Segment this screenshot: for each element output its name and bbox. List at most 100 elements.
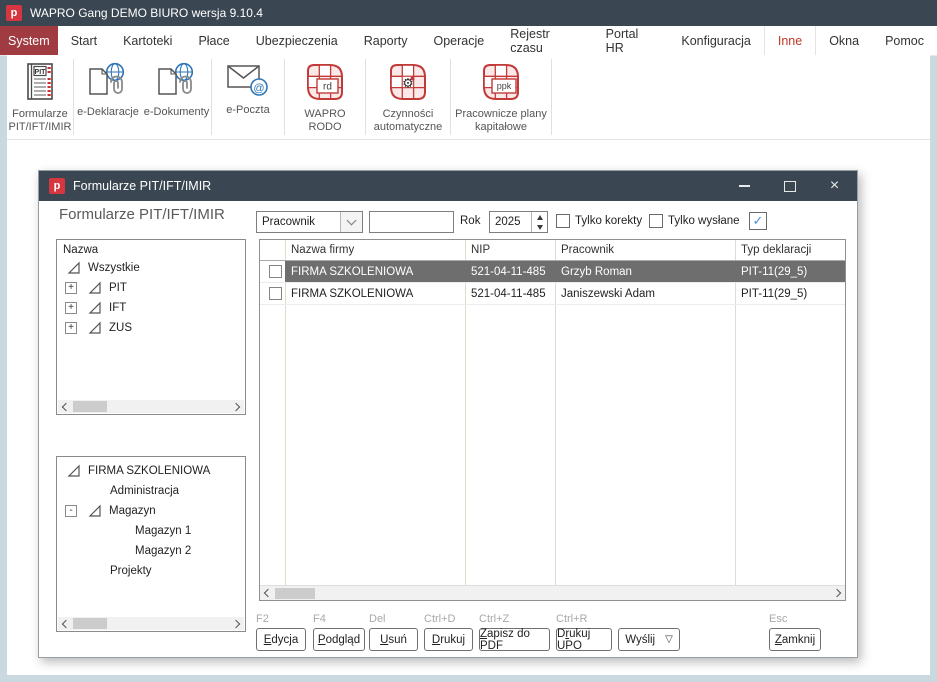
table-header-row: Nazwa firmy NIP Pracownik Typ deklaracji bbox=[260, 240, 845, 261]
year-up-button[interactable] bbox=[532, 212, 547, 222]
expand-plus-icon[interactable]: + bbox=[65, 302, 77, 314]
scrollbar-thumb[interactable] bbox=[73, 401, 107, 412]
scroll-left-icon[interactable] bbox=[62, 619, 70, 627]
delete-button[interactable]: Usuń bbox=[369, 628, 418, 651]
svg-text:@: @ bbox=[253, 82, 264, 94]
shortcut-label: F4 bbox=[313, 613, 326, 625]
toolbar-button-czynnosci-automatyczne[interactable]: ⚙ Czynności automatyczne bbox=[366, 55, 450, 139]
cell-pracownik: Janiszewski Adam bbox=[555, 283, 735, 304]
dropdown-triangle-icon: ▽ bbox=[665, 634, 673, 645]
scroll-left-icon[interactable] bbox=[264, 589, 272, 597]
toolbar-button-wapro-rodo[interactable]: rd WAPRO RODO bbox=[285, 55, 365, 139]
scroll-right-icon[interactable] bbox=[232, 402, 240, 410]
cell-nip: 521-04-11-485 bbox=[465, 261, 555, 282]
toolbar-button-formularze-pit[interactable]: PIT Formularze PIT/IFT/IMIR bbox=[7, 55, 73, 139]
close-button[interactable]: × bbox=[812, 171, 857, 201]
send-button[interactable]: Wyślij ▽ bbox=[618, 628, 680, 651]
column-header-pracownik[interactable]: Pracownik bbox=[555, 240, 735, 260]
horizontal-scrollbar[interactable] bbox=[58, 617, 244, 630]
year-stepper[interactable]: 2025 bbox=[489, 211, 548, 233]
tree-item-firma-szkoleniowa[interactable]: FIRMA SZKOLENIOWA bbox=[57, 461, 245, 481]
toolbar-button-ppk[interactable]: ppk Pracownicze plany kapitałowe bbox=[451, 55, 551, 139]
menu-item-system[interactable]: System bbox=[0, 26, 58, 55]
menu-item-portal-hr[interactable]: Portal HR bbox=[593, 26, 669, 55]
year-label: Rok bbox=[460, 215, 480, 227]
tree-item-zus[interactable]: + ZUS bbox=[57, 318, 245, 338]
tree-item-pit[interactable]: + PIT bbox=[57, 278, 245, 298]
edit-button[interactable]: Edycja bbox=[256, 628, 306, 651]
tree-item-administracja[interactable]: Administracja bbox=[57, 481, 245, 501]
column-header-nazwa-firmy[interactable]: Nazwa firmy bbox=[285, 240, 465, 260]
tree-item-magazyn-2[interactable]: Magazyn 2 bbox=[57, 541, 245, 561]
cell-pracownik: Grzyb Roman bbox=[555, 261, 735, 282]
toolbar-button-e-deklaracje[interactable]: e-Deklaracje bbox=[74, 55, 142, 139]
document-globe-clip-icon bbox=[85, 62, 131, 103]
checkmark-icon: ✓ bbox=[753, 213, 764, 229]
tree-item-ift[interactable]: + IFT bbox=[57, 298, 245, 318]
expand-plus-icon[interactable]: + bbox=[65, 322, 77, 334]
table-horizontal-scrollbar[interactable] bbox=[260, 585, 845, 600]
row-checkbox[interactable] bbox=[269, 287, 282, 300]
dialog-body: Formularze PIT/IFT/IMIR Pracownik Rok 20… bbox=[39, 201, 857, 657]
tree-item-magazyn[interactable]: - Magazyn bbox=[57, 501, 245, 521]
toolbar-button-e-dokumenty[interactable]: e-Dokumenty bbox=[142, 55, 211, 139]
expand-plus-icon[interactable]: + bbox=[65, 282, 77, 294]
menu-item-place[interactable]: Płace bbox=[185, 26, 242, 55]
document-globe-clip-icon bbox=[154, 62, 200, 103]
search-input[interactable] bbox=[369, 211, 454, 233]
menu-item-raporty[interactable]: Raporty bbox=[351, 26, 421, 55]
menu-item-rejestr-czasu[interactable]: Rejestr czasu bbox=[497, 26, 592, 55]
toolbar-button-e-poczta[interactable]: @ e-Poczta bbox=[212, 55, 284, 139]
print-button[interactable]: Drukuj bbox=[424, 628, 473, 651]
main-content-area: PIT Formularze PIT/IFT/IMIR bbox=[7, 55, 930, 675]
only-corrections-checkbox[interactable]: Tylko korekty bbox=[556, 214, 642, 228]
select-all-checkbox[interactable]: ✓ bbox=[749, 212, 767, 230]
scrollbar-thumb[interactable] bbox=[73, 618, 107, 629]
menu-item-konfiguracja[interactable]: Konfiguracja bbox=[668, 26, 764, 55]
tree-item-projekty[interactable]: Projekty bbox=[57, 561, 245, 581]
print-upo-button[interactable]: Drukuj UPO bbox=[556, 628, 612, 651]
entity-select-dropdown-button[interactable] bbox=[340, 212, 362, 232]
menu-item-ubezpieczenia[interactable]: Ubezpieczenia bbox=[243, 26, 351, 55]
checkbox-column-header bbox=[260, 240, 285, 260]
preview-button[interactable]: Podgląd bbox=[313, 628, 365, 651]
checkbox-icon bbox=[556, 214, 570, 228]
menu-item-pomoc[interactable]: Pomoc bbox=[872, 26, 937, 55]
tree-item-wszystkie[interactable]: Wszystkie bbox=[57, 258, 245, 278]
table-row[interactable]: FIRMA SZKOLENIOWA 521-04-11-485 Janiszew… bbox=[260, 283, 845, 305]
maximize-button[interactable] bbox=[767, 171, 812, 201]
scroll-right-icon[interactable] bbox=[232, 619, 240, 627]
menu-item-inne[interactable]: Inne bbox=[764, 26, 816, 55]
cell-firma: FIRMA SZKOLENIOWA bbox=[285, 283, 465, 304]
scroll-right-icon[interactable] bbox=[833, 589, 841, 597]
toolbar-separator bbox=[551, 59, 552, 135]
year-down-button[interactable] bbox=[532, 222, 547, 232]
menu-item-operacje[interactable]: Operacje bbox=[421, 26, 498, 55]
dialog-titlebar[interactable]: p Formularze PIT/IFT/IMIR × bbox=[39, 171, 857, 201]
menu-item-kartoteki[interactable]: Kartoteki bbox=[110, 26, 185, 55]
menu-item-start[interactable]: Start bbox=[58, 26, 110, 55]
wapro-grid-gear-icon: ⚙ bbox=[388, 62, 428, 105]
menu-item-okna[interactable]: Okna bbox=[816, 26, 872, 55]
horizontal-scrollbar[interactable] bbox=[58, 400, 244, 413]
dialog-logo-icon: p bbox=[49, 178, 65, 194]
row-checkbox[interactable] bbox=[269, 265, 282, 278]
save-pdf-button[interactable]: Zapisz do PDF bbox=[479, 628, 550, 651]
svg-text:rd: rd bbox=[323, 82, 332, 93]
only-sent-checkbox[interactable]: Tylko wysłane bbox=[649, 214, 740, 228]
expand-minus-icon[interactable]: - bbox=[65, 505, 77, 517]
close-dialog-button[interactable]: Zamknij bbox=[769, 628, 821, 651]
minimize-button[interactable] bbox=[722, 171, 767, 201]
cell-typ: PIT-11(29_5) bbox=[735, 283, 845, 304]
cell-firma: FIRMA SZKOLENIOWA bbox=[285, 261, 465, 282]
year-value: 2025 bbox=[490, 212, 531, 232]
tree-item-magazyn-1[interactable]: Magazyn 1 bbox=[57, 521, 245, 541]
scrollbar-thumb[interactable] bbox=[275, 588, 315, 599]
scroll-left-icon[interactable] bbox=[62, 402, 70, 410]
column-header-nip[interactable]: NIP bbox=[465, 240, 555, 260]
column-header-typ-deklaracji[interactable]: Typ deklaracji bbox=[735, 240, 845, 260]
cell-typ: PIT-11(29_5) bbox=[735, 261, 845, 282]
table-row[interactable]: FIRMA SZKOLENIOWA 521-04-11-485 Grzyb Ro… bbox=[260, 261, 845, 283]
entity-select[interactable]: Pracownik bbox=[256, 211, 363, 233]
shortcut-label: Ctrl+Z bbox=[479, 613, 509, 625]
